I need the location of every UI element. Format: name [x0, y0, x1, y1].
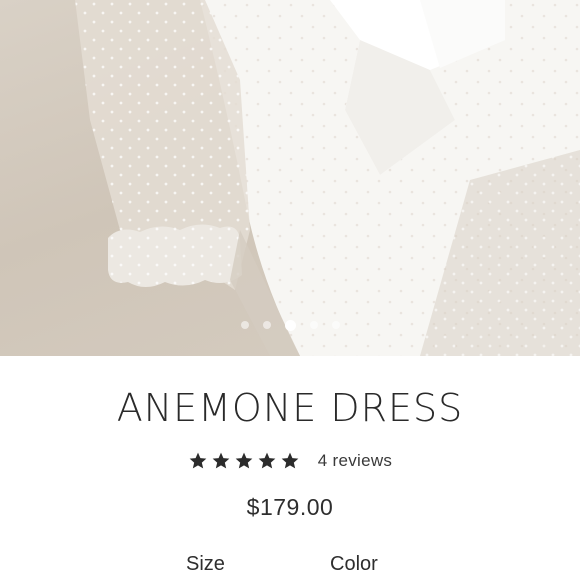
color-option-label: Color [330, 553, 378, 575]
gallery-dot-active[interactable] [284, 319, 296, 331]
star-icon [212, 452, 230, 469]
product-price: $179.00 [246, 494, 334, 520]
product-title: ANEMONE DRESS [116, 386, 464, 430]
size-option-label: Size [186, 553, 225, 575]
star-icon [258, 452, 276, 469]
star-icon [189, 452, 207, 469]
star-icon [235, 452, 253, 469]
product-image[interactable] [0, 0, 580, 356]
reviews-link[interactable]: 4 reviews [318, 451, 393, 471]
gallery-dot[interactable] [240, 321, 249, 329]
gallery-dot[interactable] [262, 321, 271, 329]
gallery-dot[interactable] [331, 321, 340, 329]
product-rating[interactable]: 4 reviews [0, 448, 580, 474]
product-photo [75, 0, 580, 356]
star-icon [281, 452, 299, 469]
gallery-dot[interactable] [309, 321, 318, 329]
star-rating [188, 451, 300, 471]
gallery-pagination [0, 315, 580, 335]
